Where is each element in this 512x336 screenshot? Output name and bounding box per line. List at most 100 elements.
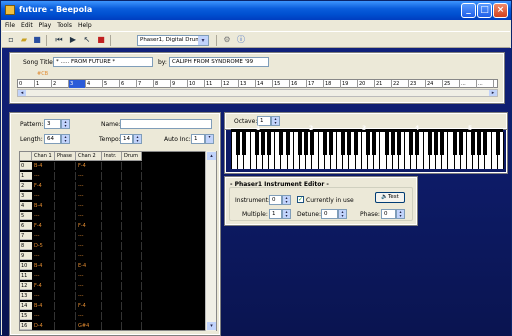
pattern-cell[interactable] [102,262,122,270]
sequence-cell[interactable]: 9 [171,80,188,88]
pattern-cell[interactable]: B-4 [32,302,55,310]
sequence-cell[interactable]: ... [460,80,477,88]
pattern-cell[interactable] [122,172,142,180]
pattern-cell[interactable]: --- [32,312,55,320]
pattern-cell[interactable] [55,232,76,240]
pattern-cell[interactable]: E-4 [76,262,102,270]
open-folder-icon[interactable]: ▰ [19,35,29,45]
sequence-cell[interactable]: 4 [86,80,103,88]
pattern-cell[interactable] [102,252,122,260]
pattern-cell[interactable]: --- [32,252,55,260]
pattern-cell[interactable]: --- [32,272,55,280]
pattern-cell[interactable] [55,182,76,190]
pattern-input[interactable]: 3 [44,119,61,129]
pattern-cell[interactable] [102,292,122,300]
sequence-cell[interactable]: 1 [35,80,52,88]
pattern-cell[interactable]: G#4 [76,322,102,330]
black-key[interactable] [495,132,500,155]
song-sequence[interactable]: 0 1 2 3 4 5 6 7 8 9 10 11 12 13 14 15 16 17 18 19 20 21 22 23 24… [17,79,498,88]
pattern-cell[interactable]: --- [76,282,102,290]
black-key[interactable] [390,132,395,155]
test-button[interactable]: 🔈Test [375,192,405,203]
pattern-cell[interactable] [55,282,76,290]
pattern-scrollbar[interactable]: ▴ ▾ [205,151,216,331]
pattern-cell[interactable]: F-4 [32,222,55,230]
pattern-grid[interactable]: Chan 1 Phase Chan 2 Instr. Drum 0 B-4 F-4 1 --- --… [19,151,217,331]
pattern-cell[interactable]: F-4 [32,282,55,290]
sequence-cell[interactable]: 24 [426,80,443,88]
pattern-cell[interactable] [122,232,142,240]
pattern-cell[interactable]: F-4 [76,222,102,230]
pattern-cell[interactable] [122,302,142,310]
phase-input[interactable]: 0 [381,209,396,219]
pattern-cell[interactable] [55,162,76,170]
pattern-cell[interactable] [122,312,142,320]
play-icon[interactable]: ▶ [68,35,78,45]
sequence-cell[interactable]: 20 [358,80,375,88]
maximize-button[interactable]: □ [477,3,492,18]
pattern-cell[interactable]: --- [76,212,102,220]
pattern-cell[interactable]: --- [32,232,55,240]
new-file-icon[interactable]: ▫ [6,35,16,45]
pattern-cell[interactable]: D-4 [32,322,55,330]
sequence-cell[interactable]: 8 [154,80,171,88]
play-pattern-icon[interactable]: ↖ [82,35,92,45]
sequence-cell[interactable]: 11 [205,80,222,88]
black-key[interactable] [477,132,482,155]
pattern-name-input[interactable] [120,119,212,129]
length-spinner[interactable]: ▴ ▾ [61,134,70,144]
pattern-cell[interactable] [55,272,76,280]
sequence-cell[interactable]: 21 [375,80,392,88]
black-key[interactable] [458,132,463,155]
menu-file[interactable]: File [2,20,18,29]
sequence-scrollbar[interactable]: ◂ ▸ [17,89,498,97]
minimize-button[interactable]: _ [461,3,476,18]
pattern-cell[interactable]: B-4 [32,202,55,210]
black-key[interactable] [298,132,302,155]
pattern-cell[interactable] [55,172,76,180]
octave-spinner[interactable]: ▴ ▾ [271,116,280,126]
author-input[interactable]: CALIPH FROM SYNDROME '99 [169,57,269,67]
piano-keyboard[interactable] [231,131,504,169]
pattern-cell[interactable] [122,222,142,230]
pattern-cell[interactable]: --- [76,292,102,300]
pattern-cell[interactable] [102,212,122,220]
pattern-cell[interactable]: --- [76,312,102,320]
pattern-cell[interactable] [55,262,76,270]
settings-icon[interactable]: ⚙ [222,35,232,45]
pattern-cell[interactable] [122,212,142,220]
black-key[interactable] [285,132,290,155]
black-key[interactable] [427,132,432,155]
tempo-input[interactable]: 14 [120,134,133,144]
sequence-cell[interactable]: 3 [69,80,86,88]
pattern-cell[interactable]: --- [32,172,55,180]
pattern-cell[interactable] [122,322,142,330]
pattern-cell[interactable] [122,272,142,280]
black-key[interactable] [310,132,315,155]
sequence-cell[interactable]: 16 [290,80,307,88]
sequence-cell[interactable]: 14 [256,80,273,88]
pattern-cell[interactable] [55,222,76,230]
multiple-spinner[interactable]: ▴ ▾ [282,209,291,219]
pattern-cell[interactable]: --- [32,212,55,220]
sequence-cell[interactable]: 7 [137,80,154,88]
close-button[interactable]: × [493,3,508,18]
pattern-cell[interactable] [102,312,122,320]
pattern-cell[interactable] [55,292,76,300]
pattern-cell[interactable] [122,242,142,250]
pattern-cell[interactable]: --- [76,192,102,200]
pattern-cell[interactable]: --- [76,242,102,250]
pattern-cell[interactable]: --- [76,272,102,280]
instrument-input[interactable]: 0 [269,195,282,205]
pattern-cell[interactable] [102,202,122,210]
pattern-cell[interactable]: --- [32,292,55,300]
pattern-cell[interactable] [122,282,142,290]
sequence-cell[interactable]: 22 [392,80,409,88]
chevron-down-icon[interactable]: ▾ [198,36,208,45]
info-icon[interactable]: ⓘ [236,35,246,45]
engine-select[interactable]: Phaser1, Digital Drums ▾ [137,35,209,46]
pattern-cell[interactable] [122,182,142,190]
scroll-right-icon[interactable]: ▸ [489,90,497,96]
sequence-cell[interactable]: 6 [120,80,137,88]
save-icon[interactable]: ■ [32,35,42,45]
